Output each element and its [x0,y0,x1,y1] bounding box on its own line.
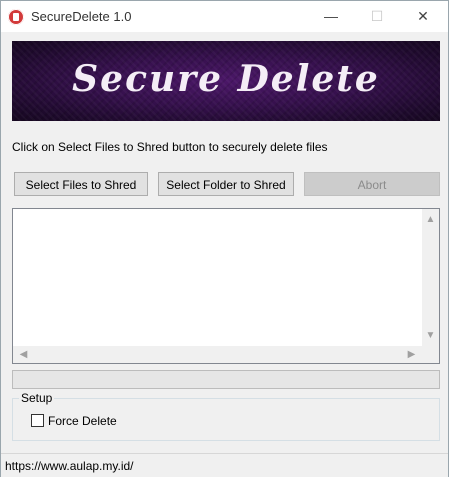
status-bar: https://www.aulap.my.id/ [1,453,448,477]
scroll-right-icon[interactable]: ▶ [403,346,420,363]
minimize-button[interactable]: — [308,1,354,32]
select-files-button[interactable]: Select Files to Shred [14,172,148,196]
setup-group-label: Setup [19,391,55,405]
title-bar[interactable]: SecureDelete 1.0 — ☐ ✕ [1,1,448,32]
scroll-left-icon[interactable]: ◀ [15,346,32,363]
scroll-up-icon[interactable]: ▲ [422,211,439,228]
progress-bar [12,370,440,389]
force-delete-checkbox[interactable] [31,414,44,427]
file-list[interactable]: ▲ ▼ ◀ ▶ [12,208,440,364]
select-folder-button[interactable]: Select Folder to Shred [158,172,294,196]
close-button[interactable]: ✕ [400,1,446,32]
shield-app-icon[interactable] [8,9,24,25]
horizontal-scrollbar[interactable]: ◀ ▶ [13,346,422,363]
abort-button[interactable]: Abort [304,172,440,196]
vertical-scrollbar[interactable]: ▲ ▼ [422,209,439,346]
app-window: SecureDelete 1.0 — ☐ ✕ Secure Delete Cli… [0,0,449,477]
banner-title: Secure Delete [72,58,380,100]
window-title: SecureDelete 1.0 [31,9,132,24]
maximize-button[interactable]: ☐ [354,1,400,32]
scrollbar-corner [422,346,439,363]
instruction-label: Click on Select Files to Shred button to… [12,140,328,154]
status-url: https://www.aulap.my.id/ [5,459,134,473]
header-banner: Secure Delete [12,41,440,121]
force-delete-label[interactable]: Force Delete [48,414,117,428]
scroll-down-icon[interactable]: ▼ [422,327,439,344]
